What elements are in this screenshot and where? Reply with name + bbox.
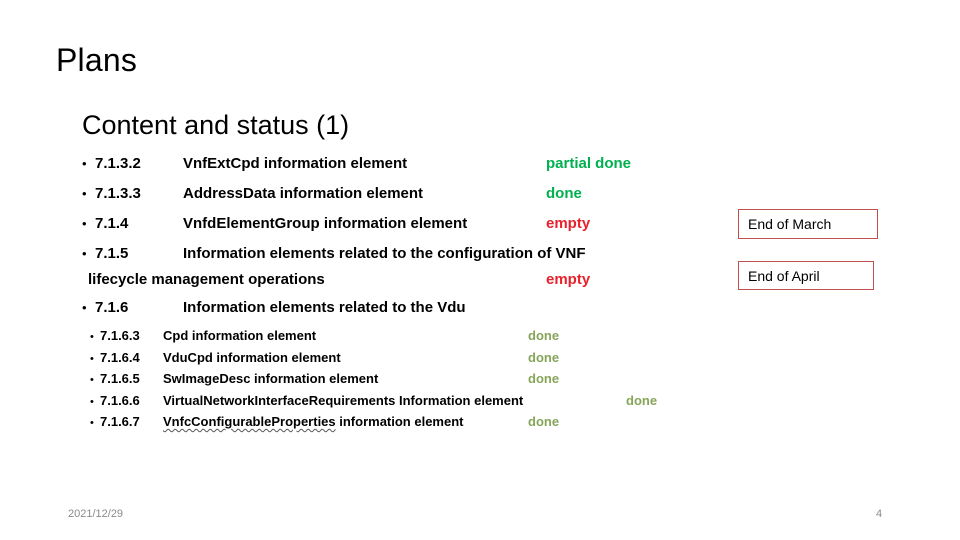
- list-item: • 7.1.3.2 VnfExtCpd information element …: [60, 152, 760, 180]
- status-badge: done: [528, 371, 560, 386]
- status-badge: done: [528, 414, 560, 429]
- page-title: Plans: [56, 42, 138, 78]
- item-label: VirtualNetworkInterfaceRequirements Info…: [163, 392, 524, 408]
- status-badge: done: [528, 349, 560, 365]
- slide-canvas: Plans Content and status (1) • 7.1.3.2 V…: [0, 0, 960, 540]
- status-badge: partial done: [546, 155, 632, 172]
- slide-subtitle: Content and status (1): [82, 110, 350, 140]
- bullet-icon: •: [82, 246, 87, 261]
- bullet-icon: •: [90, 331, 94, 343]
- item-number: 7.1.3.3: [95, 185, 141, 202]
- bullet-icon: •: [90, 417, 94, 429]
- item-label: VnfExtCpd information element: [183, 155, 408, 172]
- item-number: 7.1.6.6: [100, 392, 140, 408]
- callout-end-of-march: End of March: [738, 209, 878, 239]
- item-label: Information elements related to the Vdu: [183, 299, 466, 316]
- item-label-rest: information element: [335, 414, 464, 429]
- item-label: AddressData information element: [183, 185, 424, 202]
- item-number: 7.1.4: [95, 215, 129, 232]
- bullet-icon: •: [82, 156, 87, 171]
- footer-date: 2021/12/29: [68, 508, 124, 520]
- bullet-icon: •: [82, 300, 87, 315]
- item-label: Cpd information element: [163, 328, 317, 343]
- list-item: • 7.1.6.6 VirtualNetworkInterfaceRequire…: [86, 392, 760, 414]
- item-number: 7.1.6.5: [100, 371, 140, 386]
- item-number: 7.1.6.4: [100, 349, 140, 365]
- list-item: • 7.1.3.3 AddressData information elemen…: [60, 182, 760, 210]
- status-badge: done: [528, 328, 560, 343]
- outline-list: • 7.1.3.2 VnfExtCpd information element …: [60, 152, 760, 435]
- item-number: 7.1.6.7: [100, 414, 140, 429]
- item-label: SwImageDesc information element: [163, 371, 379, 386]
- status-badge: done: [546, 185, 582, 202]
- list-item: • 7.1.4 VnfdElementGroup information ele…: [60, 212, 760, 240]
- status-badge: empty: [546, 271, 591, 288]
- list-item: • 7.1.5 Information elements related to …: [60, 242, 760, 294]
- spellchecked-word: VnfcConfigurableProperties: [163, 414, 336, 429]
- callout-end-of-april: End of April: [738, 261, 874, 290]
- callout-label: End of April: [748, 267, 820, 284]
- item-number: 7.1.3.2: [95, 155, 141, 172]
- bullet-icon: •: [90, 352, 94, 365]
- list-item: • 7.1.6.3 Cpd information element done: [86, 327, 760, 349]
- list-item: • 7.1.6.5 SwImageDesc information elemen…: [86, 370, 760, 392]
- sub-outline-list: • 7.1.6.3 Cpd information element done •…: [60, 327, 760, 435]
- bullet-icon: •: [90, 395, 94, 408]
- bullet-icon: •: [82, 186, 87, 201]
- footer-page-number: 4: [876, 508, 883, 520]
- item-number: 7.1.5: [95, 245, 129, 262]
- item-number: 7.1.6: [95, 299, 129, 316]
- item-label: VnfdElementGroup information element: [183, 215, 468, 232]
- item-label: VduCpd information element: [163, 349, 341, 365]
- callout-label: End of March: [748, 216, 832, 232]
- item-label: Information elements related to the conf…: [183, 245, 586, 262]
- item-label-continuation: lifecycle management operations: [88, 271, 325, 288]
- bullet-icon: •: [82, 216, 87, 231]
- list-item: • 7.1.6.4 VduCpd information element don…: [86, 349, 760, 371]
- status-badge: done: [626, 392, 658, 408]
- item-number: 7.1.6.3: [100, 328, 140, 343]
- list-item: • 7.1.6 Information elements related to …: [60, 296, 760, 324]
- item-label: VnfcConfigurableProperties information e…: [163, 414, 464, 429]
- list-item: • 7.1.6.7 VnfcConfigurableProperties inf…: [86, 413, 760, 435]
- status-badge: empty: [546, 215, 591, 232]
- bullet-icon: •: [90, 374, 94, 386]
